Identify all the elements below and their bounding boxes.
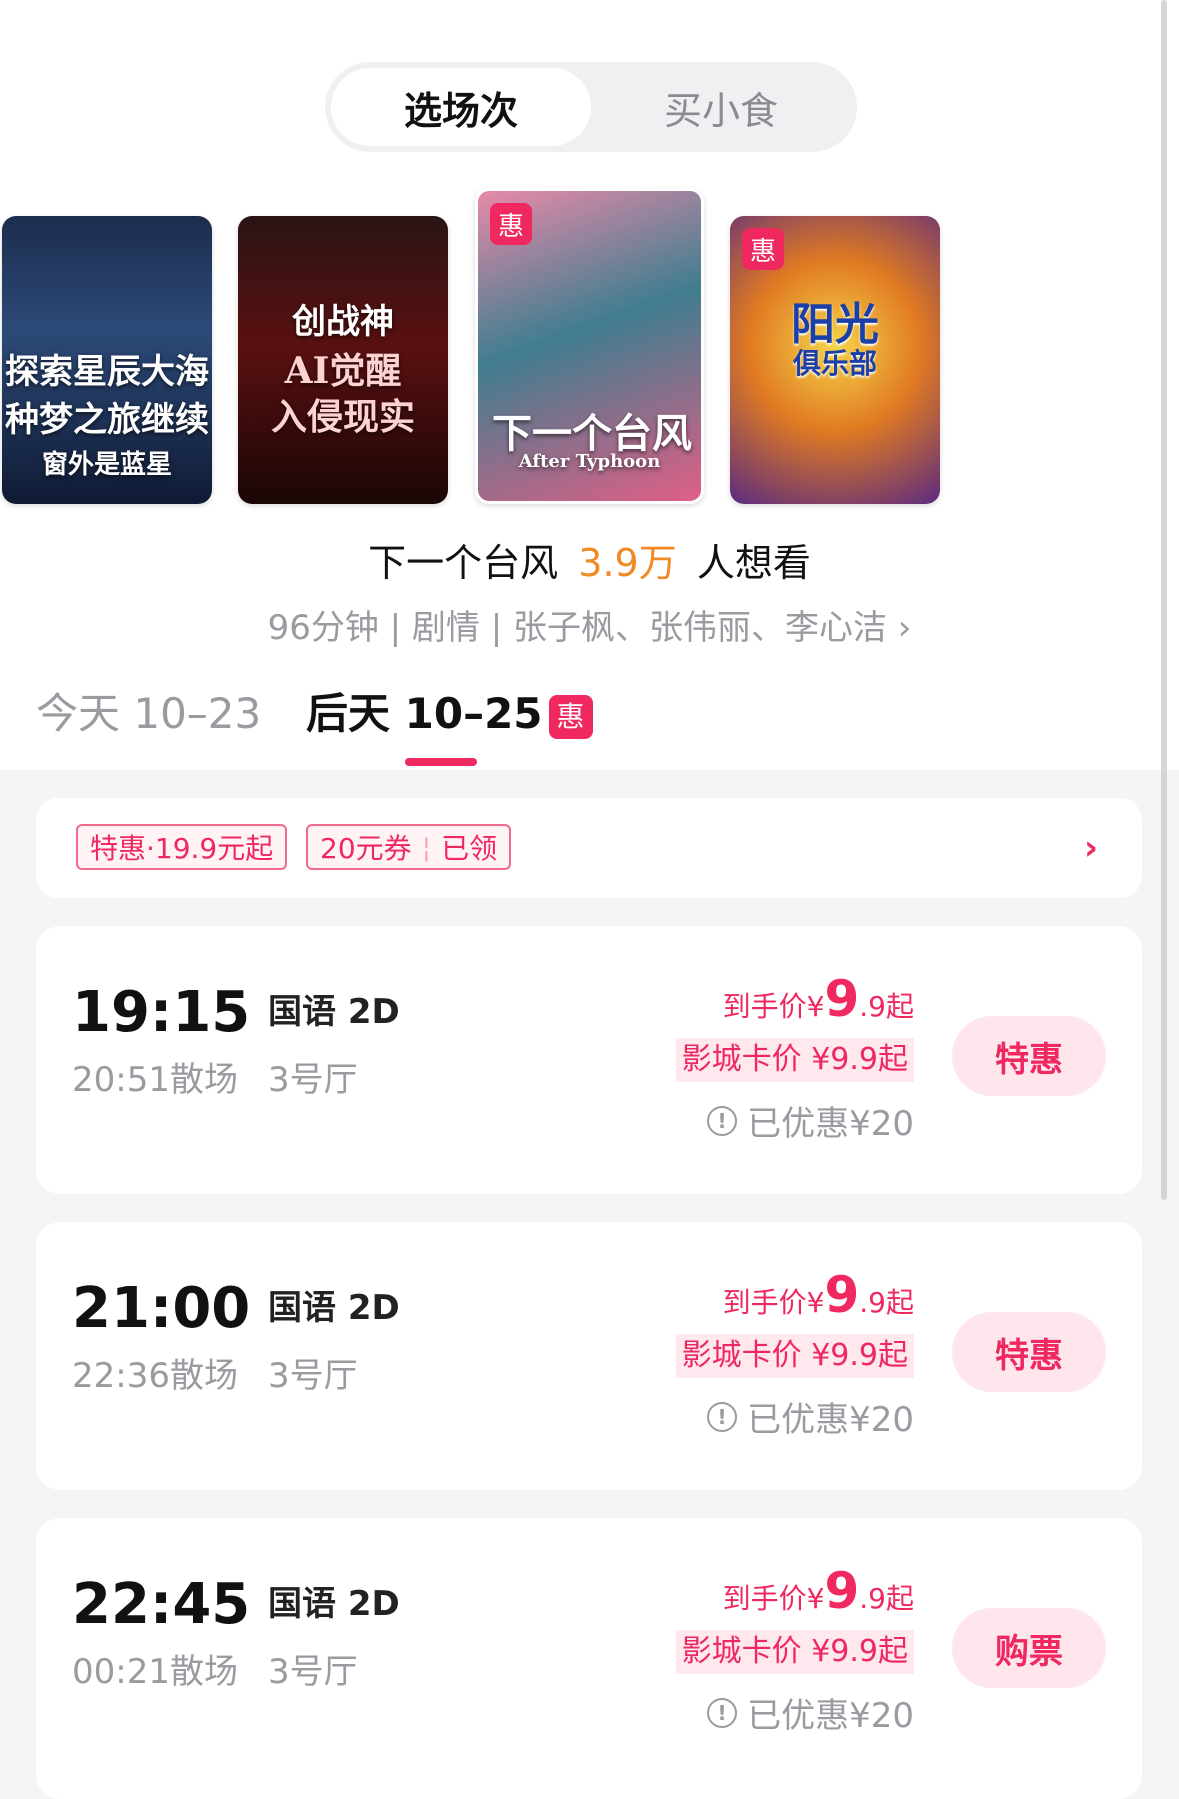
- buy-button[interactable]: 特惠: [952, 1312, 1106, 1392]
- price-decimal: .9起: [859, 1582, 914, 1615]
- movie-title: 下一个台风 3.9万 人想看: [0, 532, 1179, 587]
- movie-meta-link[interactable]: 96分钟 | 剧情 | 张子枫、张伟丽、李心洁 ›: [0, 600, 1179, 649]
- coupon-status: 已领: [441, 832, 498, 865]
- hall-number: 3号厅: [268, 1652, 358, 1692]
- cinema-card-price: 影城卡价 ¥9.9起: [675, 1334, 914, 1378]
- top-card: [40, 0, 1140, 25]
- language-format: 国语 2D: [268, 1288, 400, 1328]
- poster-2-line2: AI觉醒: [284, 350, 402, 392]
- want-suffix: 人想看: [696, 541, 811, 585]
- promo-bar[interactable]: 特惠·19.9元起 20元券 ¦ 已领 ›: [36, 798, 1142, 898]
- discount-info: ! 已优惠¥20: [707, 1392, 914, 1441]
- date-today-label: 今天 10–23: [36, 689, 262, 738]
- want-count: 3.9万: [578, 541, 677, 585]
- date-tab-after-tomorrow[interactable]: 后天 10–25 惠: [306, 680, 593, 741]
- language-format: 国语 2D: [268, 992, 400, 1032]
- end-time: 22:36散场: [72, 1356, 238, 1396]
- discount-text: 已优惠¥20: [747, 1104, 914, 1144]
- cinema-card-price: 影城卡价 ¥9.9起: [675, 1038, 914, 1082]
- poster-2-line1: 创战神: [292, 302, 394, 342]
- language-format: 国语 2D: [268, 1584, 400, 1624]
- poster-3-selected[interactable]: 惠 下一个台风 After Typhoon: [475, 188, 704, 504]
- showtime-card[interactable]: 22:45 00:21散场 国语 2D 3号厅 到手价¥ 9.9起 影城卡价 ¥9…: [36, 1518, 1142, 1799]
- date-after-label: 后天 10–25: [306, 689, 543, 738]
- tab-select-showtime[interactable]: 选场次: [331, 68, 591, 146]
- end-time: 00:21散场: [72, 1652, 238, 1692]
- discount-info: ! 已优惠¥20: [707, 1688, 914, 1737]
- tab-buy-snacks[interactable]: 买小食: [591, 68, 851, 146]
- promo-tag-coupon: 20元券 ¦ 已领: [306, 824, 512, 870]
- discount-badge: 惠: [548, 694, 593, 739]
- promo-tag-special: 特惠·19.9元起: [76, 824, 288, 870]
- price-prefix: 到手价¥: [722, 1286, 825, 1319]
- price-decimal: .9起: [859, 990, 914, 1023]
- date-tab-indicator: [405, 758, 477, 766]
- start-time: 21:00: [72, 1276, 251, 1341]
- info-icon: !: [707, 1401, 738, 1432]
- price-integer: 9: [824, 1562, 860, 1620]
- coupon-separator: ¦: [421, 830, 432, 864]
- poster-1-line2: 种梦之旅继续: [5, 400, 209, 440]
- poster-3-line2: After Typhoon: [518, 451, 661, 472]
- discount-info: ! 已优惠¥20: [707, 1096, 914, 1145]
- start-time: 19:15: [72, 980, 251, 1045]
- movie-name: 下一个台风: [368, 541, 559, 585]
- date-tab-today[interactable]: 今天 10–23: [36, 680, 261, 741]
- price-integer: 9: [824, 1266, 860, 1324]
- start-time: 22:45: [72, 1572, 251, 1637]
- price-prefix: 到手价¥: [722, 990, 825, 1023]
- buy-button[interactable]: 购票: [952, 1608, 1106, 1688]
- final-price: 到手价¥ 9.9起: [723, 1266, 914, 1324]
- cinema-card-price: 影城卡价 ¥9.9起: [675, 1630, 914, 1674]
- discount-text: 已优惠¥20: [747, 1696, 914, 1736]
- final-price: 到手价¥ 9.9起: [723, 970, 914, 1028]
- scrollbar[interactable]: [1161, 0, 1167, 1200]
- info-icon: !: [707, 1697, 738, 1728]
- chevron-right-icon[interactable]: ›: [1084, 828, 1098, 868]
- hall-number: 3号厅: [268, 1356, 358, 1396]
- discount-text: 已优惠¥20: [747, 1400, 914, 1440]
- poster-4[interactable]: 惠 阳光 俱乐部: [730, 216, 940, 504]
- price-prefix: 到手价¥: [722, 1582, 825, 1615]
- poster-4-badge: 惠: [742, 228, 784, 270]
- final-price: 到手价¥ 9.9起: [723, 1562, 914, 1620]
- segment-control: 选场次 买小食: [325, 62, 857, 152]
- showtime-card[interactable]: 19:15 20:51散场 国语 2D 3号厅 到手价¥ 9.9起 影城卡价 ¥9…: [36, 926, 1142, 1194]
- poster-1-line1: 探索星辰大海: [5, 352, 209, 392]
- coupon-amount: 20元券: [320, 832, 412, 865]
- price-decimal: .9起: [859, 1286, 914, 1319]
- price-integer: 9: [824, 970, 860, 1028]
- buy-button[interactable]: 特惠: [952, 1016, 1106, 1096]
- poster-4-line2: 俱乐部: [792, 347, 877, 380]
- poster-1[interactable]: 探索星辰大海 种梦之旅继续 窗外是蓝星: [2, 216, 212, 504]
- hall-number: 3号厅: [268, 1060, 358, 1100]
- info-icon: !: [707, 1105, 738, 1136]
- poster-3-badge: 惠: [490, 203, 532, 245]
- poster-2[interactable]: 创战神 AI觉醒 入侵现实: [238, 216, 448, 504]
- poster-2-line3: 入侵现实: [270, 396, 415, 438]
- showtime-card[interactable]: 21:00 22:36散场 国语 2D 3号厅 到手价¥ 9.9起 影城卡价 ¥9…: [36, 1222, 1142, 1490]
- poster-1-line3: 窗外是蓝星: [41, 450, 172, 480]
- end-time: 20:51散场: [72, 1060, 238, 1100]
